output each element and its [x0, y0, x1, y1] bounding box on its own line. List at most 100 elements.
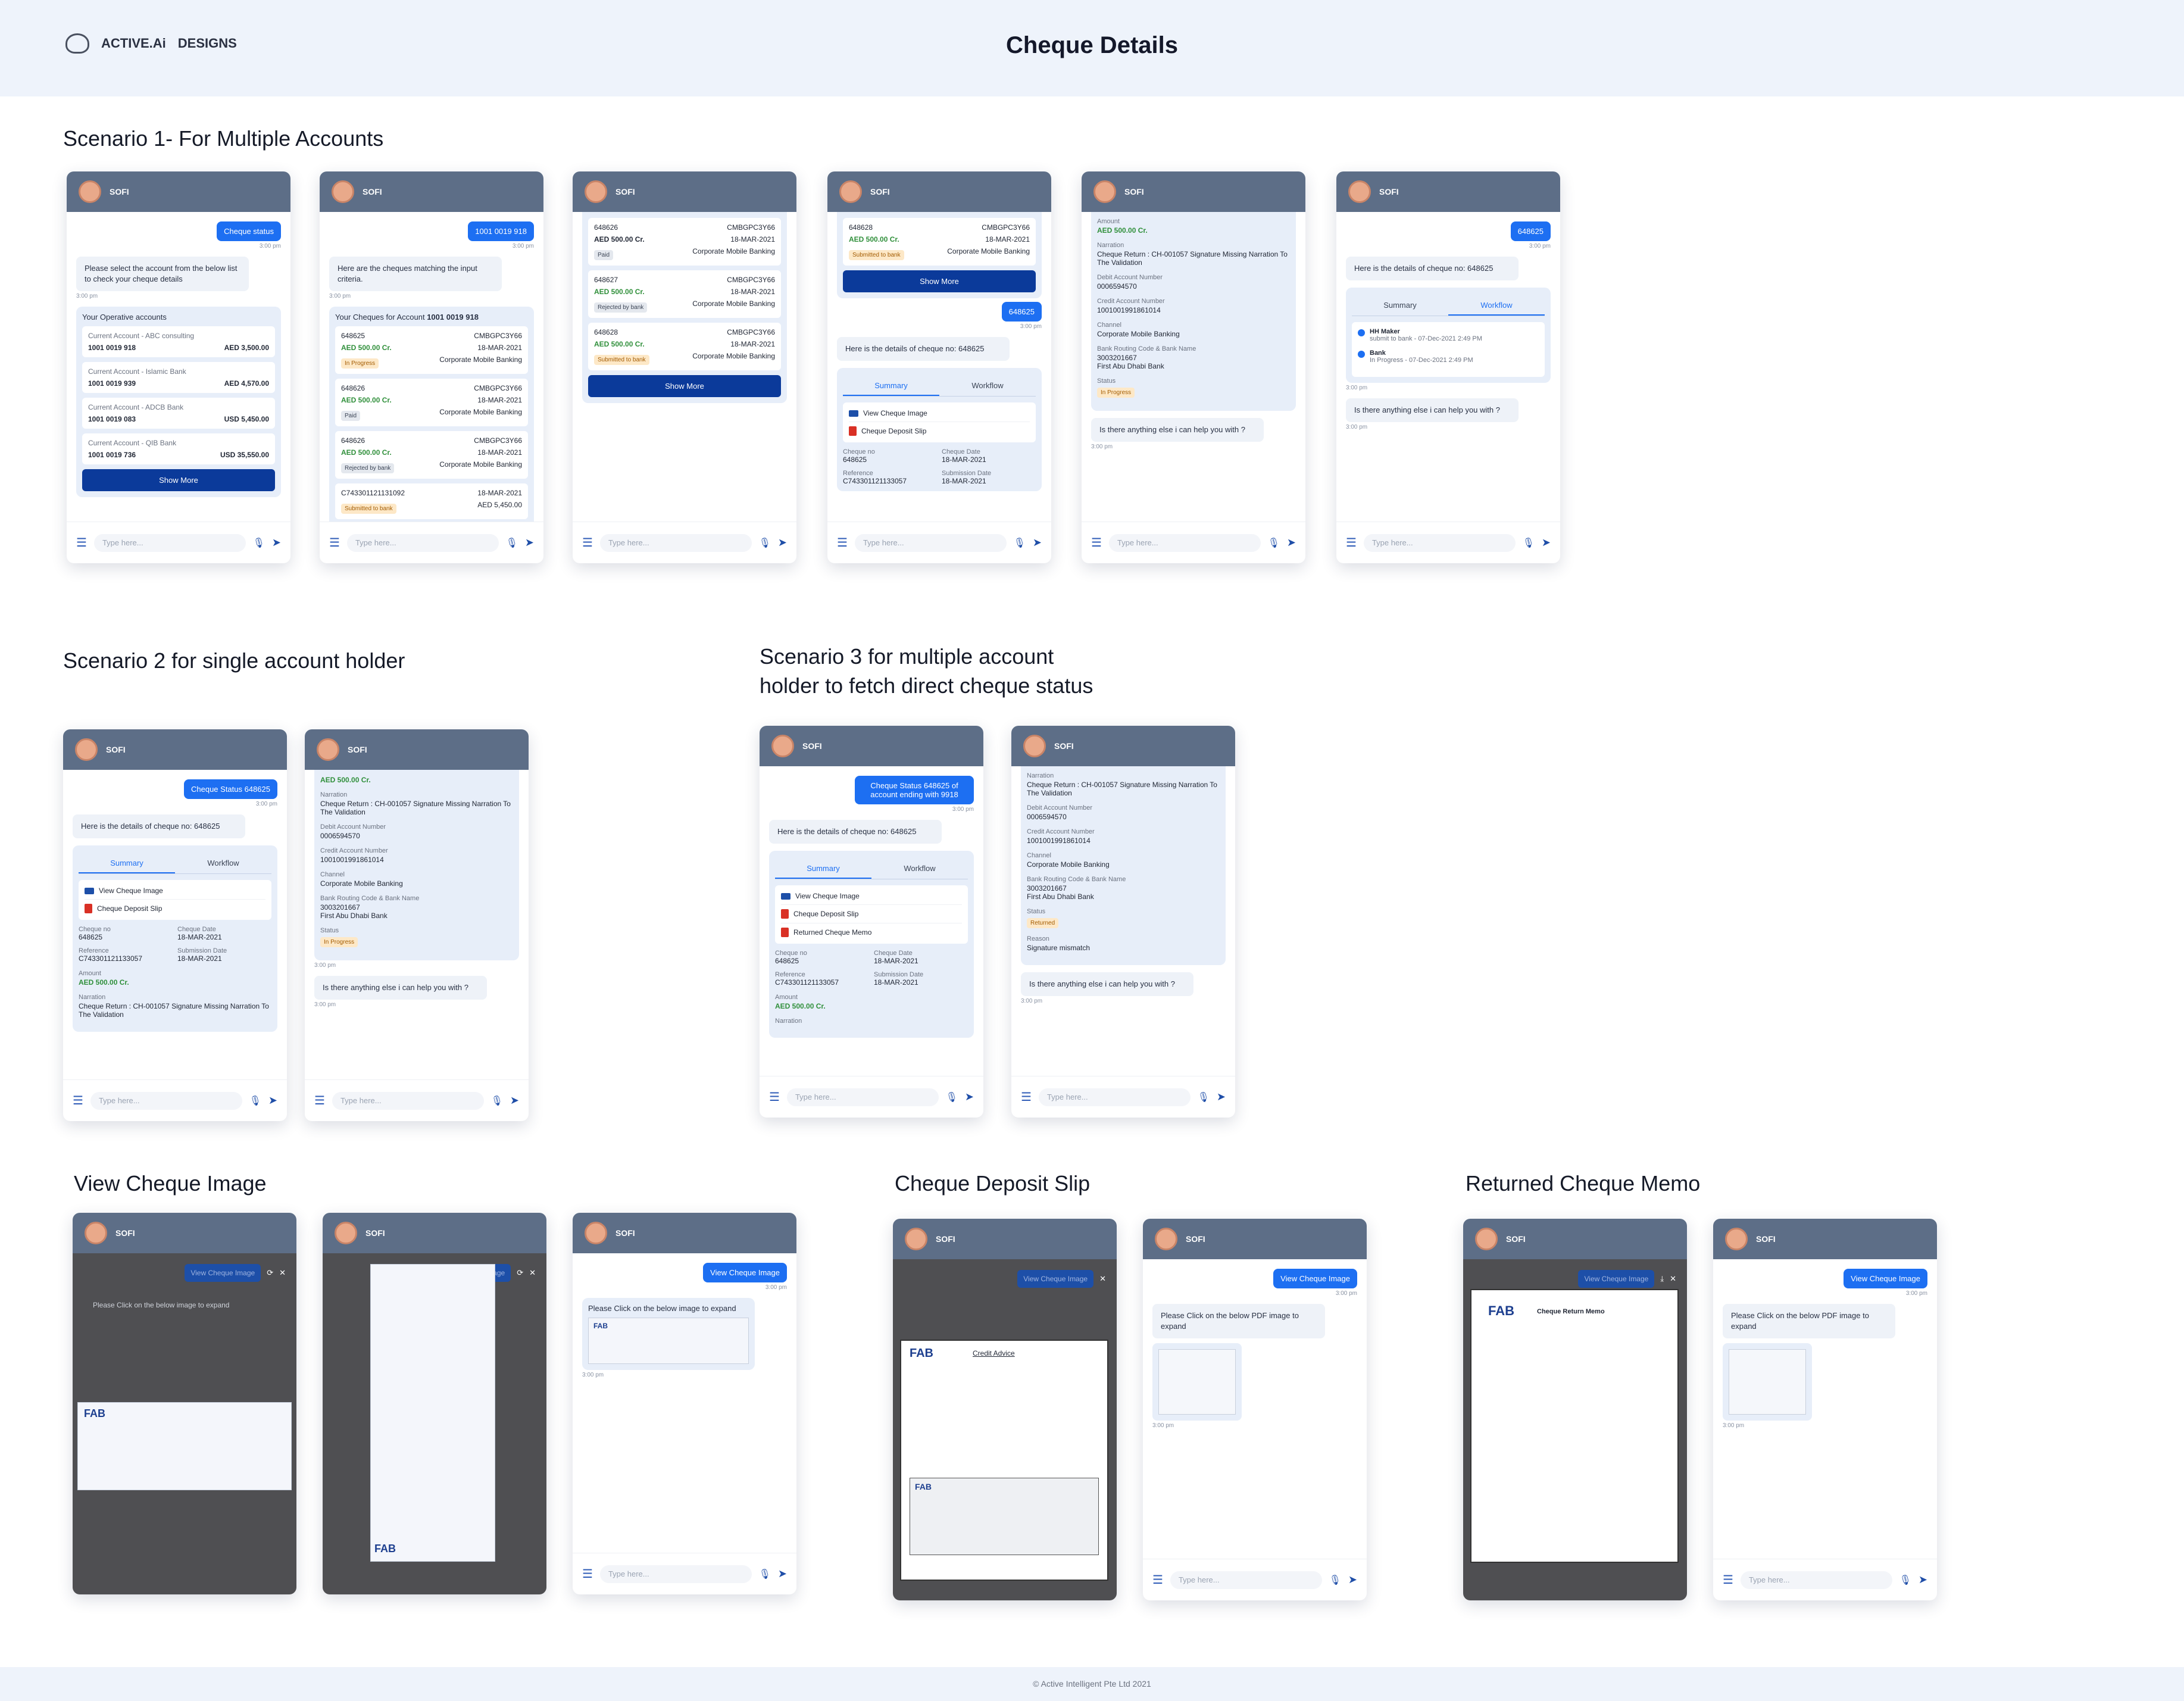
rotate-icon[interactable]: ⟳ — [267, 1268, 273, 1278]
cheque-item[interactable]: 648627 CMBGPC3Y66 AED 500.00 Cr. 18-MAR-202… — [588, 270, 781, 318]
menu-icon[interactable]: ☰ — [582, 535, 593, 550]
cheque-item[interactable]: 648628 CMBGPC3Y66 AED 500.00 Cr. 18-MAR-202… — [843, 218, 1036, 266]
menu-icon[interactable]: ☰ — [76, 535, 87, 550]
send-icon[interactable]: ➤ — [1348, 1574, 1357, 1586]
message-input[interactable]: Type here... — [1108, 533, 1261, 552]
mic-icon[interactable]: 🎙 — [491, 1095, 503, 1107]
chat-body[interactable]: Narration Cheque Return : CH-001057 Signa… — [1011, 766, 1235, 1076]
view-cheque-image-link[interactable]: View Cheque Image — [849, 405, 1030, 422]
tab-summary[interactable]: Summary — [1352, 296, 1448, 316]
view-cheque-image-link[interactable]: View Cheque Image — [781, 888, 962, 905]
mic-icon[interactable]: 🎙 — [1523, 537, 1535, 549]
send-icon[interactable]: ➤ — [778, 536, 787, 549]
cheque-item[interactable]: C743301121131092 18-MAR-2021 Submitted to … — [335, 483, 528, 519]
tab-summary[interactable]: Summary — [775, 859, 871, 879]
cheque-thumbnail[interactable]: FAB — [588, 1318, 749, 1364]
menu-icon[interactable]: ☰ — [582, 1566, 593, 1581]
menu-icon[interactable]: ☰ — [1346, 535, 1357, 550]
menu-icon[interactable]: ☰ — [1021, 1090, 1032, 1104]
send-icon[interactable]: ➤ — [1217, 1091, 1226, 1103]
tab-workflow[interactable]: Workflow — [175, 854, 271, 873]
mic-icon[interactable]: 🎙 — [1899, 1574, 1911, 1586]
account-item[interactable]: Current Account - ABC consulting 1001 001… — [82, 326, 275, 357]
chat-body[interactable]: View Cheque Image 3:00 pm Please Click o… — [1143, 1259, 1367, 1559]
cheque-item[interactable]: 648626 CMBGPC3Y66 AED 500.00 Cr. 18-MAR-202… — [335, 379, 528, 426]
close-icon[interactable]: ✕ — [529, 1268, 536, 1278]
message-input[interactable]: Type here... — [90, 1091, 242, 1110]
returned-cheque-memo-link[interactable]: Returned Cheque Memo — [781, 923, 962, 941]
message-input[interactable]: Type here... — [346, 533, 499, 552]
cheque-image-rotated[interactable]: FAB — [370, 1264, 495, 1562]
mic-icon[interactable]: 🎙 — [759, 537, 771, 549]
mic-icon[interactable]: 🎙 — [1198, 1091, 1210, 1103]
download-icon[interactable]: ⤓ — [1660, 1274, 1664, 1284]
cheque-item[interactable]: 648628 CMBGPC3Y66 AED 500.00 Cr. 18-MAR-202… — [588, 323, 781, 370]
mic-icon[interactable]: 🎙 — [946, 1091, 958, 1103]
message-input[interactable]: Type here... — [1740, 1571, 1892, 1589]
mic-icon[interactable]: 🎙 — [253, 537, 265, 549]
mic-icon[interactable]: 🎙 — [1329, 1574, 1341, 1586]
chat-body[interactable]: Cheque status 3:00 pm Please select the … — [67, 212, 290, 522]
send-icon[interactable]: ➤ — [525, 536, 534, 549]
send-icon[interactable]: ➤ — [268, 1094, 277, 1107]
chat-body[interactable]: View Cheque Image 3:00 pm Please Click o… — [573, 1253, 796, 1553]
message-input[interactable]: Type here... — [1170, 1571, 1322, 1589]
tab-summary[interactable]: Summary — [79, 854, 175, 873]
tab-summary[interactable]: Summary — [843, 376, 939, 396]
close-icon[interactable]: ✕ — [1670, 1274, 1676, 1284]
menu-icon[interactable]: ☰ — [329, 535, 340, 550]
mic-icon[interactable]: 🎙 — [249, 1095, 261, 1107]
send-icon[interactable]: ➤ — [510, 1094, 519, 1107]
chat-body[interactable]: AED 500.00 Cr. Narration Cheque Return : … — [305, 770, 529, 1079]
tab-workflow[interactable]: Workflow — [871, 859, 968, 879]
chat-body[interactable]: View Cheque Image 3:00 pm Please Click o… — [1713, 1259, 1937, 1559]
pdf-thumbnail[interactable] — [1152, 1343, 1242, 1421]
chat-body[interactable]: Cheque Status 648625 3:00 pm Here is the… — [63, 770, 287, 1079]
message-input[interactable]: Type here... — [1363, 533, 1516, 552]
mic-icon[interactable]: 🎙 — [1268, 537, 1280, 549]
cheque-item[interactable]: 648626 CMBGPC3Y66 AED 500.00 Cr. 18-MAR-202… — [588, 218, 781, 266]
account-item[interactable]: Current Account - Islamic Bank 1001 0019 … — [82, 362, 275, 393]
send-icon[interactable]: ➤ — [965, 1091, 974, 1103]
send-icon[interactable]: ➤ — [778, 1568, 787, 1580]
cheque-image[interactable]: FAB — [77, 1402, 292, 1490]
show-more-button[interactable]: Show More — [843, 270, 1036, 292]
menu-icon[interactable]: ☰ — [769, 1090, 780, 1104]
cheque-deposit-slip-link[interactable]: Cheque Deposit Slip — [85, 900, 265, 917]
deposit-slip-document[interactable]: FAB Credit Advice FAB — [900, 1340, 1108, 1581]
pdf-thumbnail[interactable] — [1723, 1343, 1812, 1421]
cheque-deposit-slip-link[interactable]: Cheque Deposit Slip — [781, 905, 962, 923]
chat-body[interactable]: Cheque Status 648625 of account ending w… — [760, 766, 983, 1076]
message-input[interactable]: Type here... — [1038, 1088, 1191, 1106]
mic-icon[interactable]: 🎙 — [506, 537, 518, 549]
message-input[interactable]: Type here... — [599, 533, 752, 552]
send-icon[interactable]: ➤ — [1287, 536, 1296, 549]
send-icon[interactable]: ➤ — [272, 536, 281, 549]
send-icon[interactable]: ➤ — [1033, 536, 1042, 549]
rotate-icon[interactable]: ⟳ — [517, 1268, 523, 1278]
show-more-button[interactable]: Show More — [588, 375, 781, 397]
message-input[interactable]: Type here... — [599, 1565, 752, 1583]
view-cheque-image-link[interactable]: View Cheque Image — [85, 882, 265, 900]
menu-icon[interactable]: ☰ — [1152, 1572, 1163, 1587]
menu-icon[interactable]: ☰ — [1091, 535, 1102, 550]
chat-body[interactable]: 648625 3:00 pm Here is the details of ch… — [1336, 212, 1560, 522]
send-icon[interactable]: ➤ — [1919, 1574, 1927, 1586]
cheque-item[interactable]: 648626 CMBGPC3Y66 AED 500.00 Cr. 18-MAR-202… — [335, 431, 528, 479]
account-item[interactable]: Current Account - ADCB Bank 1001 0019 083… — [82, 398, 275, 429]
menu-icon[interactable]: ☰ — [73, 1093, 83, 1108]
chat-body[interactable]: Amount AED 500.00 Cr. Narration Cheque Ret… — [1082, 212, 1305, 522]
mic-icon[interactable]: 🎙 — [1014, 537, 1026, 549]
menu-icon[interactable]: ☰ — [1723, 1572, 1733, 1587]
chat-body[interactable]: 648628 CMBGPC3Y66 AED 500.00 Cr. 18-MAR-202… — [827, 212, 1051, 522]
message-input[interactable]: Type here... — [854, 533, 1007, 552]
cheque-deposit-slip-link[interactable]: Cheque Deposit Slip — [849, 422, 1030, 440]
tab-workflow[interactable]: Workflow — [1448, 296, 1545, 316]
show-more-button[interactable]: Show More — [82, 469, 275, 491]
send-icon[interactable]: ➤ — [1542, 536, 1551, 549]
account-item[interactable]: Current Account - QIB Bank 1001 0019 736 U… — [82, 433, 275, 464]
chat-body[interactable]: 1001 0019 918 3:00 pm Here are the chequ… — [320, 212, 543, 522]
message-input[interactable]: Type here... — [786, 1088, 939, 1106]
close-icon[interactable]: ✕ — [279, 1268, 286, 1278]
cheque-item[interactable]: 648625 CMBGPC3Y66 AED 500.00 Cr. 18-MAR-202… — [335, 326, 528, 374]
